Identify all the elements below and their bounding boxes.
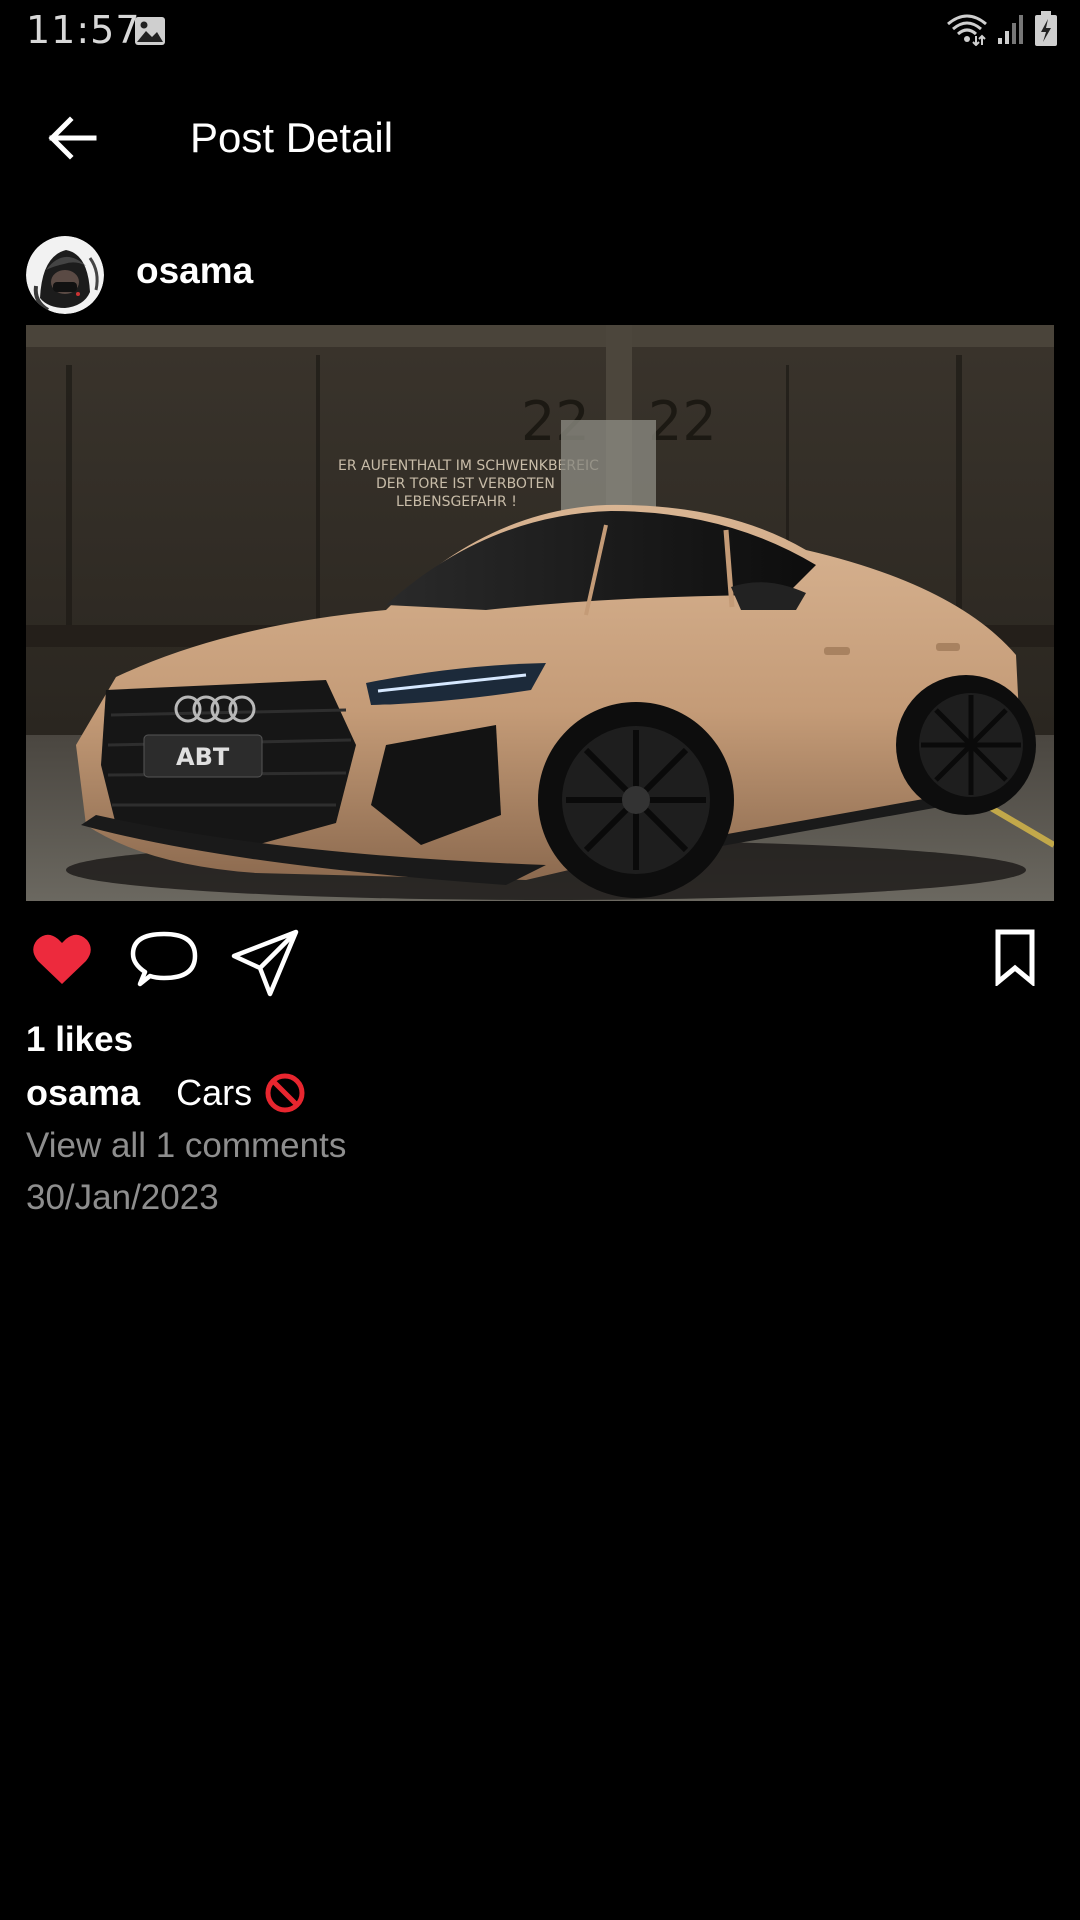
battery-charging-icon: [1034, 10, 1058, 52]
caption-username[interactable]: osama: [26, 1072, 140, 1114]
svg-text:ER AUFENTHALT IM SCHWENKBEREIC: ER AUFENTHALT IM SCHWENKBEREIC: [338, 458, 599, 474]
save-button[interactable]: [990, 928, 1062, 996]
send-icon: [231, 929, 299, 997]
gallery-icon: [134, 16, 166, 46]
post-date: 30/Jan/2023: [26, 1178, 219, 1217]
view-comments-link[interactable]: View all 1 comments: [26, 1126, 346, 1166]
wifi-icon: [946, 12, 988, 51]
signal-icon: [996, 12, 1026, 51]
caption: osama Cars: [26, 1072, 306, 1114]
arrow-back-icon: [48, 116, 97, 160]
likes-count: 1 likes: [26, 1020, 134, 1059]
post-username[interactable]: osama: [136, 250, 253, 292]
share-button[interactable]: [230, 928, 302, 997]
post-header: osama: [0, 228, 1080, 316]
svg-text:LEBENSGEFAHR !: LEBENSGEFAHR !: [396, 494, 517, 510]
page-title: Post Detail: [190, 114, 394, 161]
prohibited-emoji-icon: [264, 1072, 306, 1114]
svg-text:22: 22: [648, 390, 717, 453]
back-button[interactable]: [44, 110, 100, 166]
heart-filled-icon: [33, 934, 91, 984]
comment-button[interactable]: [128, 928, 200, 996]
app-bar: Post Detail: [0, 62, 1080, 210]
bookmark-icon: [995, 929, 1035, 986]
status-bar: 11:57: [0, 0, 1080, 62]
status-time: 11:57: [26, 8, 141, 52]
like-button[interactable]: [30, 928, 102, 996]
comment-bubble-icon: [130, 931, 198, 987]
status-icons: [946, 10, 1058, 52]
post-actions: [0, 920, 1080, 1000]
svg-text:ABT: ABT: [176, 743, 230, 771]
svg-text:DER TORE IST VERBOTEN: DER TORE IST VERBOTEN: [376, 476, 555, 492]
post-photo[interactable]: 22 22 ER AUFENTHALT IM SCHWENKBEREIC DER…: [26, 325, 1054, 901]
avatar[interactable]: [26, 236, 104, 314]
caption-text: Cars: [176, 1072, 253, 1113]
